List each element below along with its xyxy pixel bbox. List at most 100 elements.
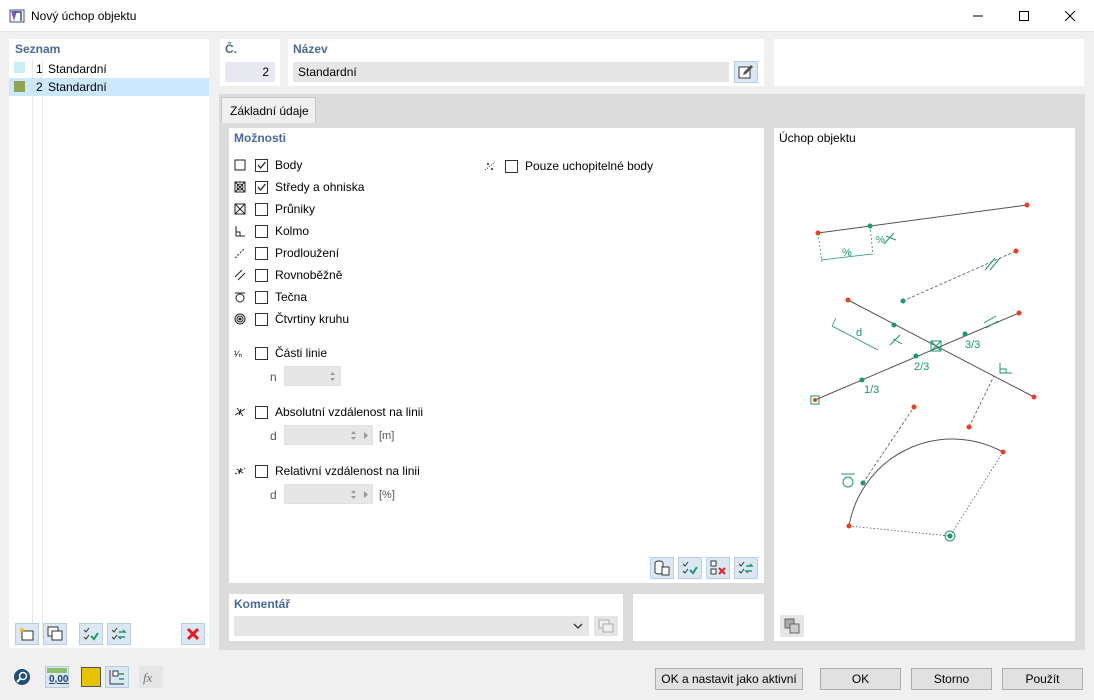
- minimize-icon: [973, 15, 983, 17]
- unit-label: [m]: [379, 430, 395, 442]
- check-all-button[interactable]: [79, 623, 103, 645]
- deselect-all-button[interactable]: [706, 557, 730, 579]
- invert-selection-button[interactable]: [734, 557, 758, 579]
- list-item-selected[interactable]: 2 Standardní: [9, 78, 209, 96]
- list-item-number: 2: [36, 80, 43, 94]
- tab-basic-data[interactable]: Základní údaje: [221, 97, 316, 123]
- list-panel: Seznam 1 Standardní 2 Standardní: [9, 39, 209, 648]
- checkbox-quadrants[interactable]: [255, 312, 268, 326]
- number-field[interactable]: 2: [225, 62, 275, 82]
- checkbox-extension[interactable]: [255, 246, 268, 260]
- toggle-check-button[interactable]: [107, 623, 131, 645]
- select-all-button[interactable]: [678, 557, 702, 579]
- options-default-button[interactable]: [650, 557, 674, 579]
- absolute-distance-spinner[interactable]: [284, 425, 373, 445]
- preview-panel: Úchop objektu % % 3/3 2/3 1/3 d: [774, 128, 1075, 641]
- option-perpendicular[interactable]: Kolmo: [233, 222, 309, 240]
- delete-item-button[interactable]: [181, 623, 205, 645]
- cancel-button[interactable]: Storno: [911, 668, 992, 690]
- svg-text:fx: fx: [143, 670, 153, 685]
- tangent-snap-icon: [233, 290, 247, 304]
- chevron-down-icon: [573, 623, 583, 629]
- option-quadrants[interactable]: Čtvrtiny kruhu: [233, 310, 349, 328]
- extension-snap-icon: [233, 246, 247, 260]
- checkbox-perpendicular[interactable]: [255, 224, 268, 238]
- d-label: d: [856, 327, 862, 339]
- intersection-snap-icon: [233, 202, 247, 216]
- checkbox-absolute-distance[interactable]: [255, 405, 268, 419]
- param-d-label: d: [270, 488, 277, 502]
- window-title: Nový úchop objektu: [31, 9, 137, 23]
- spinner-arrows-icon: [330, 372, 335, 381]
- name-field[interactable]: Standardní: [293, 62, 729, 82]
- ok-set-active-button[interactable]: OK a nastavit jako aktivní: [655, 668, 803, 690]
- options-header: Možnosti: [234, 131, 286, 145]
- option-extension[interactable]: Prodloužení: [233, 244, 339, 262]
- checkbox-intersections[interactable]: [255, 202, 268, 216]
- formula-button[interactable]: fx: [139, 666, 163, 688]
- svg-text:¹⁄ₙ: ¹⁄ₙ: [234, 349, 243, 359]
- close-button[interactable]: [1047, 0, 1093, 32]
- parts-count-spinner[interactable]: [284, 366, 341, 386]
- option-line-parts[interactable]: ¹⁄ₙ Části linie: [233, 344, 327, 362]
- checkbox-midpoints[interactable]: [255, 180, 268, 194]
- option-absolute-distance[interactable]: Absolutní vzdálenost na linii: [233, 403, 423, 421]
- view-settings-icon: [784, 618, 800, 634]
- parallel-snap-icon: [233, 268, 247, 282]
- check-all-icon: [682, 561, 698, 575]
- spinner-arrows-icon: [351, 431, 356, 440]
- list-item[interactable]: 1 Standardní: [9, 60, 209, 78]
- option-midpoints[interactable]: Středy a ohniska: [233, 178, 364, 196]
- option-intersections[interactable]: Průniky: [233, 200, 315, 218]
- checkbox-grip-only[interactable]: [505, 159, 518, 173]
- invert-check-icon: [738, 561, 754, 574]
- minimize-button[interactable]: [955, 0, 1001, 32]
- option-relative-distance[interactable]: Relativní vzdálenost na linii: [233, 462, 420, 480]
- name-label: Název: [293, 42, 328, 56]
- option-parallel[interactable]: Rovnoběžně: [233, 266, 342, 284]
- percent-label: %: [876, 235, 885, 246]
- checkbox-tangent[interactable]: [255, 290, 268, 304]
- spinner-arrows-icon: [351, 490, 356, 499]
- checkbox-relative-distance[interactable]: [255, 464, 268, 478]
- third2-label: 2/3: [914, 361, 929, 373]
- toggle-check-icon: [111, 627, 127, 640]
- ok-button[interactable]: OK: [820, 668, 901, 690]
- color-swatch: [14, 81, 25, 92]
- unit-label: [%]: [379, 489, 395, 501]
- option-tangent[interactable]: Tečna: [233, 288, 307, 306]
- copy-item-button[interactable]: [43, 623, 67, 645]
- quadrant-snap-icon: [233, 312, 247, 326]
- new-item-button[interactable]: [15, 623, 39, 645]
- edit-name-button[interactable]: [734, 61, 758, 83]
- search-help-icon: [14, 669, 30, 685]
- comment-panel: Komentář: [229, 594, 623, 641]
- point-snap-icon: [233, 158, 247, 172]
- model-button[interactable]: [105, 666, 129, 688]
- option-points[interactable]: Body: [233, 156, 302, 174]
- edit-icon: [738, 65, 753, 79]
- line-parts-icon: ¹⁄ₙ: [233, 346, 247, 360]
- third1-label: 1/3: [864, 384, 879, 396]
- apply-button[interactable]: Použít: [1002, 668, 1083, 690]
- checkbox-points[interactable]: [255, 158, 268, 172]
- number-panel: Č. 2: [220, 39, 280, 86]
- list-item-label: Standardní: [48, 62, 107, 76]
- checkbox-parallel[interactable]: [255, 268, 268, 282]
- color-swatch-icon: [81, 667, 101, 687]
- param-d-label: d: [270, 429, 277, 443]
- name-panel: Název Standardní: [288, 39, 764, 86]
- units-button[interactable]: 0,00: [45, 666, 69, 688]
- color-button[interactable]: [79, 666, 103, 688]
- checkbox-line-parts[interactable]: [255, 346, 268, 360]
- units-label: 0,00: [49, 674, 69, 685]
- model-tree-icon: [109, 670, 124, 685]
- comment-combo[interactable]: [234, 616, 589, 636]
- relative-distance-spinner[interactable]: [284, 484, 373, 504]
- maximize-button[interactable]: [1001, 0, 1047, 32]
- help-button[interactable]: [10, 666, 34, 688]
- preview-settings-button[interactable]: [780, 615, 804, 637]
- option-grip-only[interactable]: Pouze uchopitelné body: [483, 157, 653, 175]
- comment-library-button[interactable]: [594, 616, 618, 636]
- grip-points-icon: [483, 159, 497, 173]
